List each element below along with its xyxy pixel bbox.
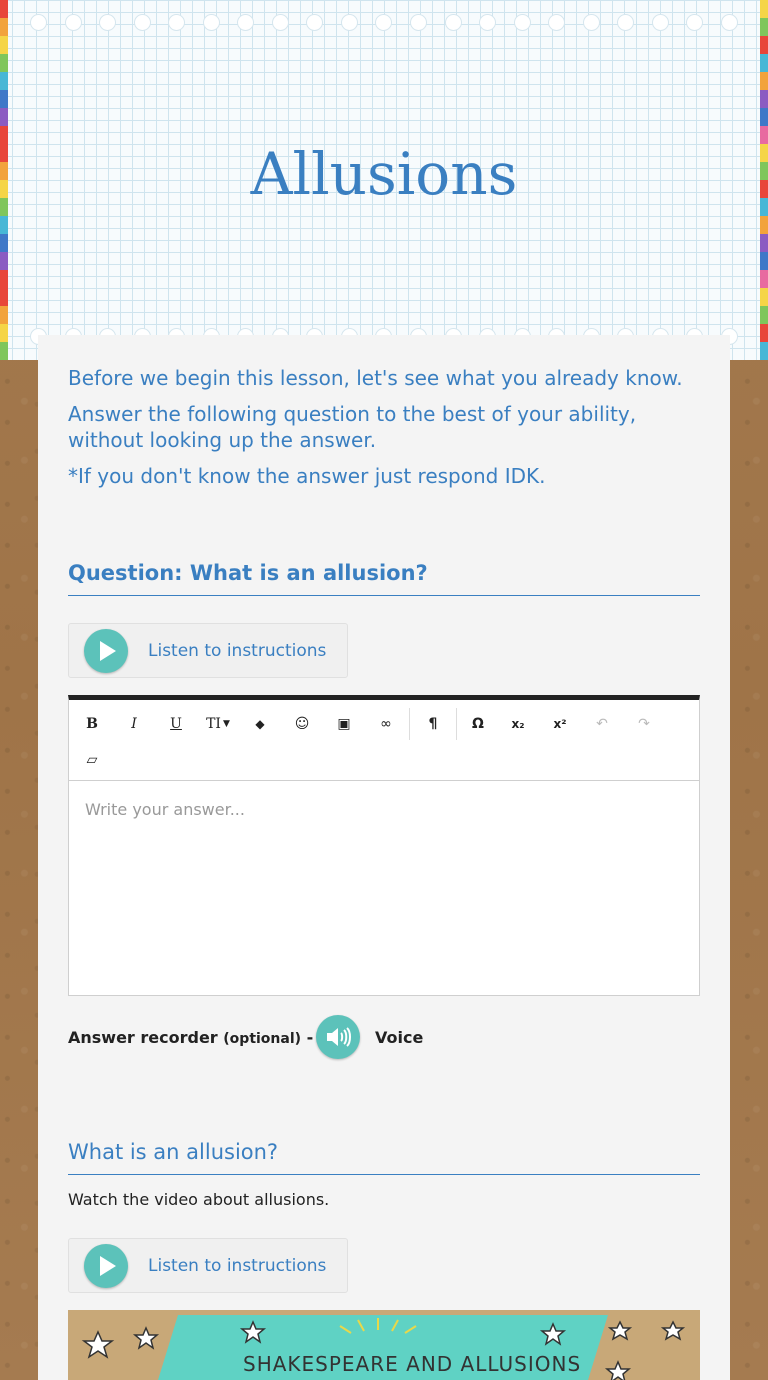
text-color-icon[interactable]: ◆: [243, 710, 277, 738]
chevron-down-icon: ▼: [222, 719, 230, 729]
speaker-icon: [327, 1027, 351, 1047]
text-size-dropdown[interactable]: TI ▼: [201, 710, 235, 738]
intro-text: Before we begin this lesson, let's see w…: [68, 365, 688, 489]
listen-label: Listen to instructions: [148, 640, 327, 661]
play-icon: [84, 1243, 128, 1288]
voice-record-button[interactable]: [316, 1015, 360, 1059]
video-title: Shakespeare and Allusions: [243, 1352, 582, 1376]
subscript-button[interactable]: x₂: [501, 710, 535, 738]
link-icon[interactable]: ∞: [369, 710, 403, 738]
bold-button[interactable]: B: [75, 710, 109, 738]
superscript-button[interactable]: x²: [543, 710, 577, 738]
intro-line-1: Before we begin this lesson, let's see w…: [68, 366, 683, 390]
redo-icon[interactable]: ↷: [627, 710, 661, 738]
answer-recorder: Answer recorder (optional) - Voice: [68, 1015, 688, 1065]
emoji-icon[interactable]: ☺: [285, 710, 319, 738]
answer-editor: B I U TI ▼ ◆ ☺ ▣ ∞ ¶ Ω x₂ x² ↶ ↷ ▱ Write …: [68, 695, 700, 996]
section-title: What is an allusion?: [68, 1140, 700, 1175]
text-size-label: TI: [206, 716, 221, 732]
section-text: Watch the video about allusions.: [68, 1190, 330, 1209]
page-title: Allusions: [250, 140, 518, 208]
intro-line-2: Answer the following question to the bes…: [68, 402, 637, 452]
listen-label: Listen to instructions: [148, 1255, 327, 1276]
italic-button[interactable]: I: [117, 710, 151, 738]
question-title: Question: What is an allusion?: [68, 561, 700, 596]
binder-holes-top: [30, 14, 738, 31]
listen-instructions-button-2[interactable]: Listen to instructions: [68, 1238, 348, 1293]
underline-button[interactable]: U: [159, 710, 193, 738]
answer-input[interactable]: Write your answer...: [85, 800, 245, 819]
play-icon: [84, 628, 128, 673]
toolbar-divider: [456, 708, 457, 740]
undo-icon[interactable]: ↶: [585, 710, 619, 738]
image-icon[interactable]: ▣: [327, 710, 361, 738]
voice-label: Voice: [375, 1028, 424, 1047]
toolbar-divider: [409, 708, 410, 740]
recorder-optional: (optional): [223, 1031, 302, 1047]
eraser-icon[interactable]: ▱: [75, 746, 109, 774]
paragraph-direction-icon[interactable]: ¶: [416, 710, 450, 738]
special-character-icon[interactable]: Ω: [461, 710, 495, 738]
header-banner: Allusions: [0, 0, 768, 360]
worksheet: Before we begin this lesson, let's see w…: [38, 335, 730, 1380]
listen-instructions-button[interactable]: Listen to instructions: [68, 623, 348, 678]
editor-toolbar: B I U TI ▼ ◆ ☺ ▣ ∞ ¶ Ω x₂ x² ↶ ↷ ▱: [69, 700, 699, 781]
video-thumbnail[interactable]: Shakespeare and Allusions: [68, 1310, 700, 1380]
recorder-label: Answer recorder (optional) -: [68, 1028, 314, 1047]
intro-line-3: *If you don't know the answer just respo…: [68, 464, 546, 488]
